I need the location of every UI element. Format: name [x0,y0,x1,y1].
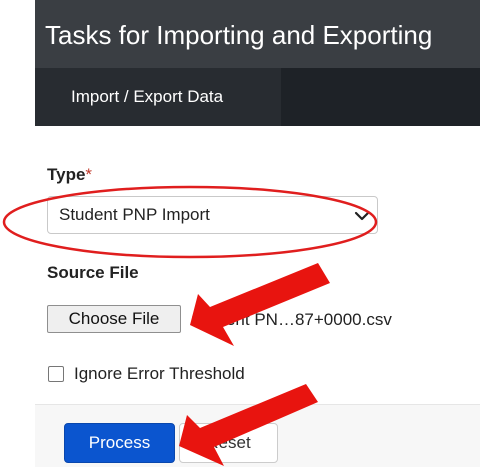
ignore-error-threshold-label[interactable]: Ignore Error Threshold [74,364,245,384]
page-header: Tasks for Importing and Exporting [35,0,480,68]
type-label-text: Type [47,165,86,184]
source-file-label: Source File [47,263,139,282]
page-title: Tasks for Importing and Exporting [45,20,433,50]
type-label: Type* [47,165,92,185]
chevron-down-icon [354,211,370,221]
choose-file-button[interactable]: Choose File [47,305,181,333]
type-select-value: Student PNP Import [59,205,210,224]
reset-button[interactable]: Reset [179,423,278,463]
required-mark: * [85,165,93,184]
tab-import-export-data[interactable]: Import / Export Data [35,68,281,126]
ignore-error-threshold-checkbox[interactable] [48,366,64,382]
type-select[interactable]: Student PNP Import [47,196,378,234]
tab-strip: Import / Export Data [35,68,480,126]
red-arrow-icon [190,263,330,346]
selected-file-name: Student PN…87+0000.csv [191,310,392,329]
process-button[interactable]: Process [64,423,175,463]
